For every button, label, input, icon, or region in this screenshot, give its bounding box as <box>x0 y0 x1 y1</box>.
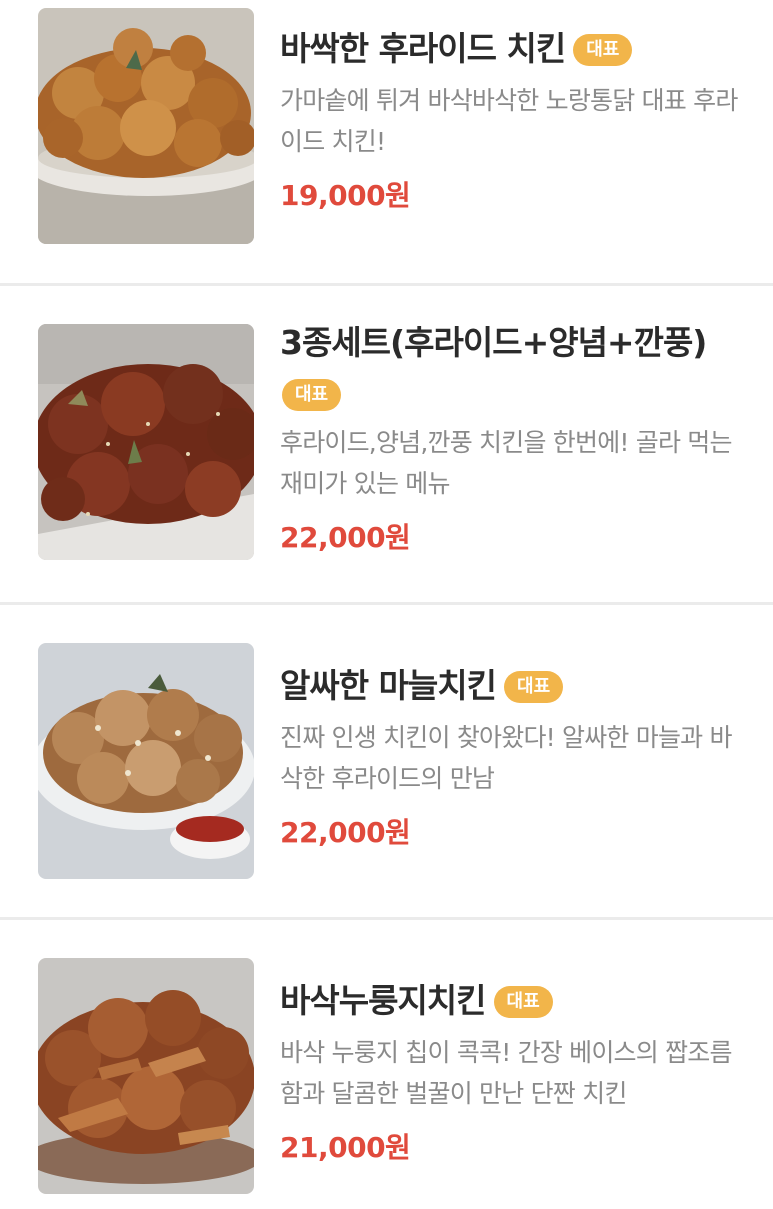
fried-chicken-image <box>38 8 254 244</box>
menu-info: 3종세트(후라이드+양념+깐풍) 대표 후라이드,양념,깐풍 치킨을 한번에! 골… <box>280 320 750 558</box>
menu-name: 바삭누룽지치킨 대표 <box>280 978 750 1024</box>
menu-description: 진짜 인생 치킨이 찾아왔다! 알싸한 마늘과 바삭한 후라이드의 만남 <box>280 723 733 793</box>
signature-badge: 대표 <box>493 986 553 1018</box>
signature-badge: 대표 <box>573 34 633 66</box>
menu-description: 바삭 누룽지 칩이 콕콕! 간장 베이스의 짭조름함과 달콤한 벌꿀이 만난 단… <box>280 1038 733 1108</box>
menu-price: 22,000원 <box>280 816 411 849</box>
garlic-chicken-image <box>38 643 254 879</box>
fried-chicken-photo <box>38 8 254 244</box>
menu-item-fried-chicken[interactable]: 바싹한 후라이드 치킨 대표 가마솥에 튀겨 바삭바삭한 노랑통닭 대표 후라이드… <box>0 0 773 284</box>
menu-name: 알싸한 마늘치킨 대표 <box>280 663 750 709</box>
menu-price: 19,000원 <box>280 179 411 212</box>
menu-item-three-set[interactable]: 3종세트(후라이드+양념+깐풍) 대표 후라이드,양념,깐풍 치킨을 한번에! 골… <box>0 286 773 602</box>
menu-description: 가마솥에 튀겨 바삭바삭한 노랑통닭 대표 후라이드 치킨! <box>280 86 738 156</box>
menu-item-garlic-chicken[interactable]: 알싸한 마늘치킨 대표 진짜 인생 치킨이 찾아왔다! 알싸한 마늘과 바삭한 후… <box>0 605 773 917</box>
menu-price: 22,000원 <box>280 521 411 554</box>
nurungji-chicken-photo <box>38 958 254 1194</box>
seasoned-chicken-image <box>38 324 254 560</box>
menu-info: 바싹한 후라이드 치킨 대표 가마솥에 튀겨 바삭바삭한 노랑통닭 대표 후라이드… <box>280 26 750 216</box>
menu-item-nurungji-chicken[interactable]: 바삭누룽지치킨 대표 바삭 누룽지 칩이 콕콕! 간장 베이스의 짭조름함과 달콤… <box>0 920 773 1209</box>
menu-description: 후라이드,양념,깐풍 치킨을 한번에! 골라 먹는 재미가 있는 메뉴 <box>280 428 733 498</box>
menu-price: 21,000원 <box>280 1131 411 1164</box>
seasoned-chicken-photo <box>38 324 254 560</box>
menu-info: 알싸한 마늘치킨 대표 진짜 인생 치킨이 찾아왔다! 알싸한 마늘과 바삭한 후… <box>280 663 750 853</box>
garlic-chicken-photo <box>38 643 254 879</box>
nurungji-chicken-image <box>38 958 254 1194</box>
signature-badge: 대표 <box>504 671 564 703</box>
menu-info: 바삭누룽지치킨 대표 바삭 누룽지 칩이 콕콕! 간장 베이스의 짭조름함과 달콤… <box>280 978 750 1168</box>
signature-badge: 대표 <box>282 379 342 411</box>
menu-name: 바싹한 후라이드 치킨 대표 <box>280 26 750 72</box>
menu-name: 3종세트(후라이드+양념+깐풍) 대표 <box>280 320 750 412</box>
menu-list: 바싹한 후라이드 치킨 대표 가마솥에 튀겨 바삭바삭한 노랑통닭 대표 후라이드… <box>0 0 773 1209</box>
